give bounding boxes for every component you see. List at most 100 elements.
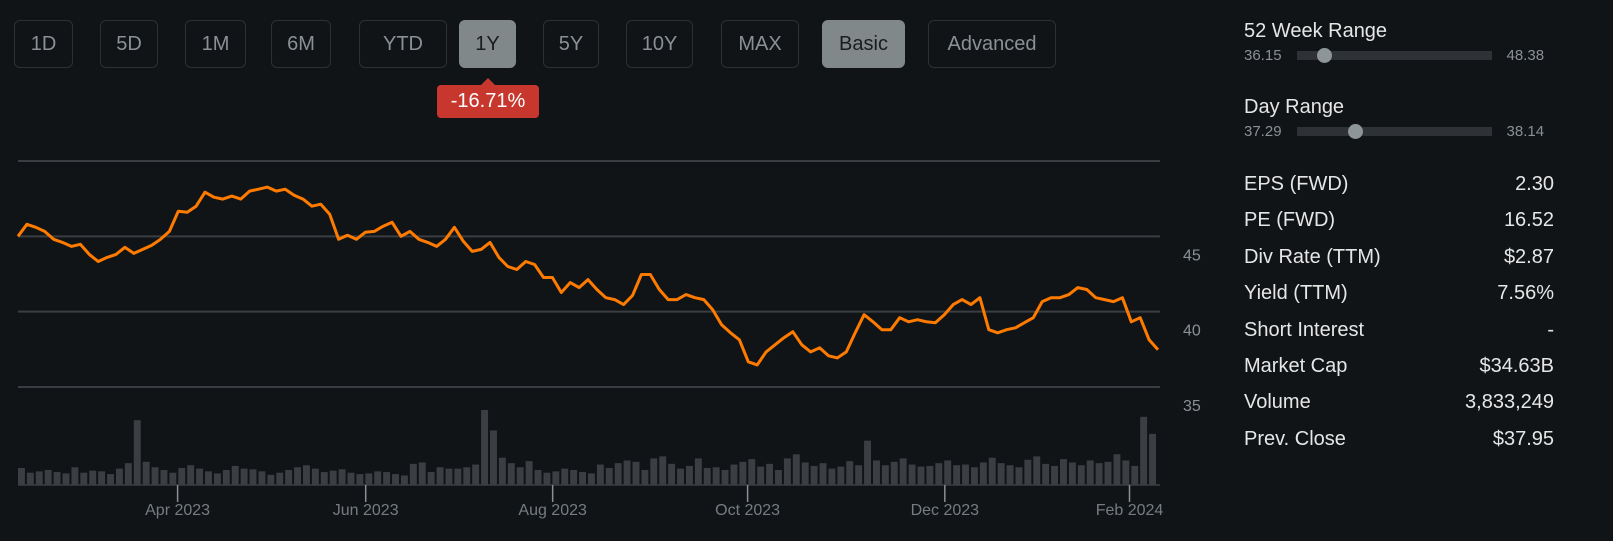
volume-bar: [169, 472, 177, 485]
volume-bar: [864, 440, 871, 485]
stat-label: Yield (TTM): [1244, 282, 1348, 305]
volume-bar: [962, 464, 969, 485]
volume-bar: [498, 457, 506, 485]
range-button-5y[interactable]: 5Y: [543, 20, 599, 68]
volume-bar: [685, 465, 693, 485]
volume-bar: [18, 467, 25, 485]
volume-bar: [783, 458, 791, 485]
volume-bar: [222, 470, 230, 485]
volume-bar: [356, 474, 364, 485]
week52-range: 52 Week Range 36.15 48.38: [1244, 20, 1554, 64]
range-button-1y[interactable]: 1Y: [459, 20, 516, 68]
volume-bar: [35, 471, 43, 485]
mode-button-advanced[interactable]: Advanced: [928, 20, 1056, 68]
x-tick-label: Apr 2023: [145, 502, 210, 519]
volume-bar: [953, 465, 961, 485]
volume-bar: [1051, 465, 1059, 485]
volume-bar: [988, 457, 996, 485]
day-high: 38.14: [1506, 123, 1545, 140]
range-button-ytd[interactable]: YTD: [359, 20, 447, 68]
range-button-max[interactable]: MAX: [721, 20, 799, 68]
stat-row: EPS (FWD) 2.30: [1244, 173, 1554, 196]
volume-bar: [605, 467, 613, 485]
volume-bar: [98, 471, 106, 485]
volume-bar: [26, 472, 34, 485]
price-line: [16, 185, 1160, 367]
volume-bar: [383, 472, 391, 485]
volume-bar: [303, 465, 310, 485]
x-tick-label: Feb 2024: [1096, 502, 1164, 519]
stat-value: $2.87: [1503, 245, 1554, 268]
volume-bar: [588, 473, 595, 485]
volume-bar: [703, 467, 711, 485]
volume-bar: [792, 454, 800, 485]
stat-row: PE (FWD) 16.52: [1244, 209, 1554, 232]
volume-bar: [908, 464, 916, 485]
stat-value: 3,833,249: [1465, 391, 1554, 414]
volume-bar: [89, 470, 97, 485]
volume-bar: [213, 473, 221, 485]
stat-label: EPS (FWD): [1244, 173, 1349, 195]
volume-bar: [712, 467, 720, 485]
volume-bar: [258, 471, 266, 485]
range-button-1m[interactable]: 1M: [185, 20, 246, 68]
volume-bar: [178, 467, 186, 485]
volume-bar: [151, 467, 159, 485]
price-chart[interactable]: 35 40 45 Apr 2023 Jun 2023 Aug 2023 Oct 2023 De…: [0, 0, 1613, 541]
volume-bar: [445, 468, 453, 485]
range-button-6m[interactable]: 6M: [271, 20, 331, 68]
volume-bar: [819, 463, 827, 485]
volume-bar: [44, 470, 52, 485]
volume-bar: [62, 473, 70, 485]
volume-bar: [1149, 433, 1156, 485]
range-button-1d[interactable]: 1D: [14, 20, 73, 68]
volume-bar: [534, 470, 542, 485]
volume-bar: [1086, 460, 1094, 485]
volume-bar: [739, 461, 747, 485]
stat-value: 2.30: [1515, 173, 1554, 195]
volume-bar: [294, 467, 301, 485]
volume-bar: [1060, 459, 1067, 485]
change-badge: -16.71%: [437, 78, 539, 118]
volume-bar: [766, 463, 774, 485]
volume-bar: [142, 461, 150, 485]
volume-bar: [899, 458, 907, 485]
stat-row: Volume 3,833,249: [1244, 391, 1554, 414]
volume-bar: [320, 472, 328, 485]
volume-bar: [721, 470, 729, 485]
volume-bar: [472, 464, 480, 485]
volume-bar: [1042, 463, 1050, 485]
volume-bar: [133, 420, 141, 485]
volume-bar: [53, 472, 61, 485]
volume-bar: [124, 463, 132, 485]
volume-bar: [561, 468, 569, 485]
volume-bar: [347, 472, 355, 485]
volume-bar: [552, 471, 560, 485]
volume-bar: [1131, 465, 1139, 485]
volume-bar: [757, 466, 765, 485]
stat-label: Volume: [1244, 391, 1311, 414]
volume-bar: [1140, 416, 1148, 485]
volume-bar: [409, 463, 417, 485]
range-button-10y[interactable]: 10Y: [626, 20, 693, 68]
volume-bar: [374, 471, 382, 485]
volume-bar: [418, 462, 426, 485]
volume-bar: [890, 461, 898, 485]
volume-bar: [1077, 465, 1085, 485]
stat-value: $34.63B: [1479, 355, 1554, 377]
volume-bar: [107, 474, 114, 485]
volume-bar: [507, 463, 515, 485]
volume-bar: [285, 470, 293, 485]
volume-bar: [579, 472, 586, 485]
week52-marker: [1316, 48, 1332, 63]
stat-value: 7.56%: [1497, 282, 1554, 305]
volume-bar: [748, 459, 756, 485]
range-button-5d[interactable]: 5D: [100, 20, 158, 68]
volume-bar: [196, 468, 204, 485]
stat-value: $37.95: [1492, 427, 1554, 450]
x-tick-label: Dec 2023: [911, 502, 980, 519]
week52-track: [1296, 48, 1492, 63]
volume-bar: [730, 464, 738, 485]
volume-bar: [810, 465, 818, 485]
mode-button-basic[interactable]: Basic: [822, 20, 905, 68]
